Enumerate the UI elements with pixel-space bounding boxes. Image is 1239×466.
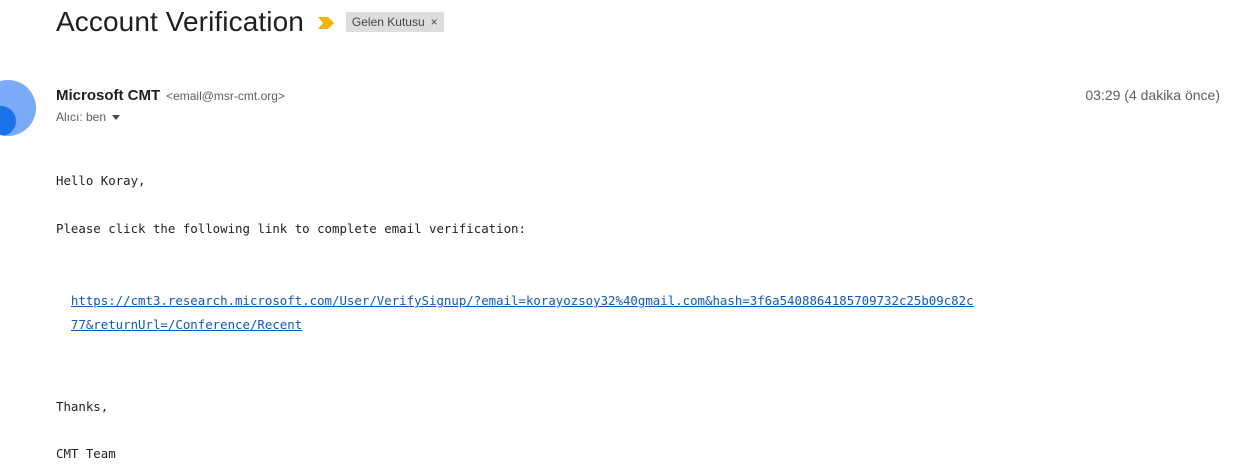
timestamp: 03:29 (4 dakika önce) xyxy=(1085,87,1220,103)
sender-email[interactable]: <email@msr-cmt.org> xyxy=(166,89,285,103)
body-signature: CMT Team xyxy=(56,446,116,461)
avatar-shape xyxy=(0,106,16,136)
body-instruction: Please click the following link to compl… xyxy=(56,221,526,236)
close-icon[interactable]: × xyxy=(431,15,438,29)
verification-link-line-2[interactable]: 77&returnUrl=/Conference/Recent xyxy=(71,317,302,332)
recipient-text: Alıcı: ben xyxy=(56,110,107,124)
label-chip-text: Gelen Kutusu xyxy=(351,15,425,29)
sender-name[interactable]: Microsoft CMT xyxy=(56,87,160,104)
subject-row: Account Verification Gelen Kutusu × xyxy=(56,2,444,42)
recipient-line: Alıcı: ben xyxy=(56,107,121,127)
avatar[interactable] xyxy=(0,80,36,136)
importance-arrow-icon[interactable] xyxy=(317,16,334,29)
body-greeting: Hello Koray, xyxy=(56,173,146,188)
verification-link-continued[interactable]: 77&returnUrl=/Conference/Recent xyxy=(56,295,302,335)
email-subject: Account Verification xyxy=(56,6,304,37)
label-chip-inbox[interactable]: Gelen Kutusu × xyxy=(345,12,444,32)
sender-line: Microsoft CMT <email@msr-cmt.org> xyxy=(56,85,285,106)
body-thanks: Thanks, xyxy=(56,399,109,414)
chevron-down-icon[interactable] xyxy=(112,114,121,120)
